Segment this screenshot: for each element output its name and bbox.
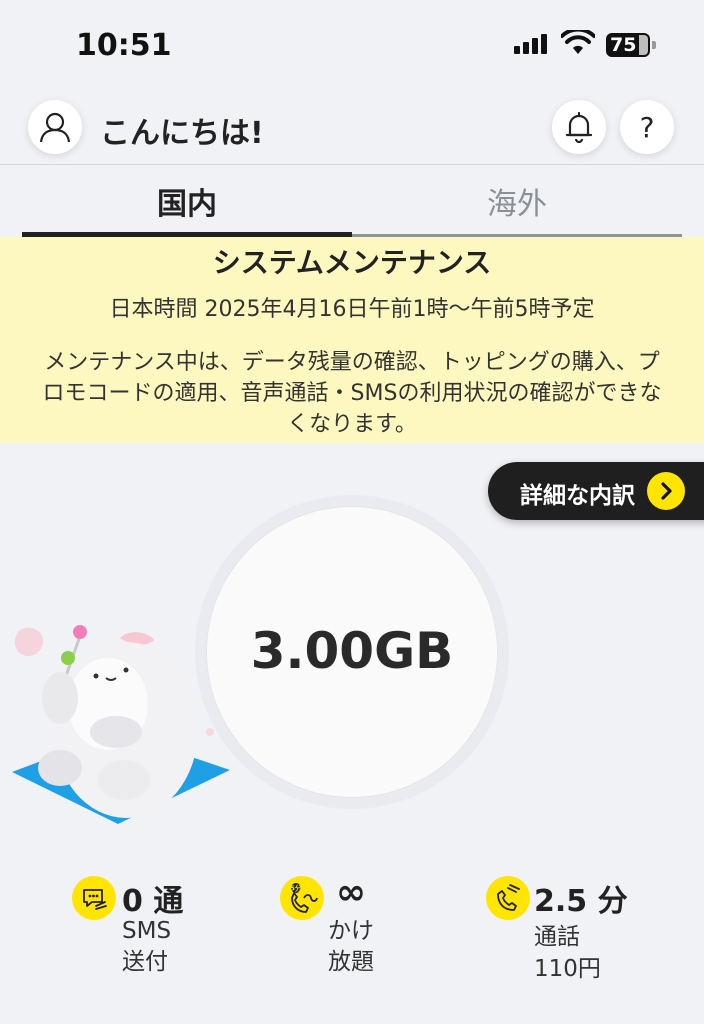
sms-icon [72, 876, 116, 920]
notifications-button[interactable] [552, 100, 606, 154]
calls-unlimited-label-line2: 放題 [328, 949, 374, 975]
wifi-icon [561, 30, 595, 54]
status-time: 10:51 [76, 28, 172, 63]
battery-icon: 75 [606, 33, 656, 57]
greeting-text: こんにちは! [100, 116, 264, 151]
call-time-label-line1: 通話 [534, 924, 580, 950]
calls-unlimited-badge: 5分 [290, 884, 302, 893]
region-tabs: 国内 海外 [22, 165, 682, 237]
battery-level: 75 [610, 34, 637, 56]
tab-overseas[interactable]: 海外 [352, 165, 682, 237]
data-remaining-circle[interactable]: 3.00GB [206, 506, 498, 798]
call-time-value: 2.5 分 [534, 884, 628, 919]
tab-domestic[interactable]: 国内 [22, 165, 352, 237]
sms-label-line2: 送付 [122, 949, 168, 975]
maintenance-schedule: 日本時間 2025年4月16日午前1時〜午前5時予定 [109, 297, 595, 322]
help-button[interactable]: ? [620, 100, 674, 154]
details-breakdown-label: 詳細な内訳 [520, 483, 635, 509]
sms-label-line1: SMS [122, 918, 172, 944]
header: こんにちは! ? [0, 92, 704, 164]
bell-icon [565, 111, 593, 143]
chevron-right-icon [647, 472, 685, 510]
maintenance-banner: システムメンテナンス 日本時間 2025年4月16日午前1時〜午前5時予定 メン… [0, 237, 704, 443]
maintenance-title: システムメンテナンス [212, 246, 492, 279]
calls-unlimited-icon: 5分 [280, 876, 324, 920]
sms-count: 0 通 [122, 884, 184, 919]
question-icon: ? [639, 110, 655, 144]
calls-unlimited-label-line1: かけ [328, 918, 374, 944]
details-breakdown-button[interactable]: 詳細な内訳 [488, 462, 704, 520]
phone-icon [486, 876, 530, 920]
call-time-label-line2: 110円 [534, 956, 601, 982]
cellular-signal-icon [514, 34, 547, 54]
data-remaining-amount: 3.00GB [250, 622, 454, 680]
user-icon [39, 112, 71, 143]
status-bar: 10:51 75 [0, 0, 704, 92]
calls-unlimited-value: ∞ [336, 872, 366, 913]
profile-button[interactable] [28, 100, 82, 154]
maintenance-description: メンテナンス中は、データ残量の確認、トッピングの購入、プロモコードの適用、音声通… [42, 350, 662, 437]
